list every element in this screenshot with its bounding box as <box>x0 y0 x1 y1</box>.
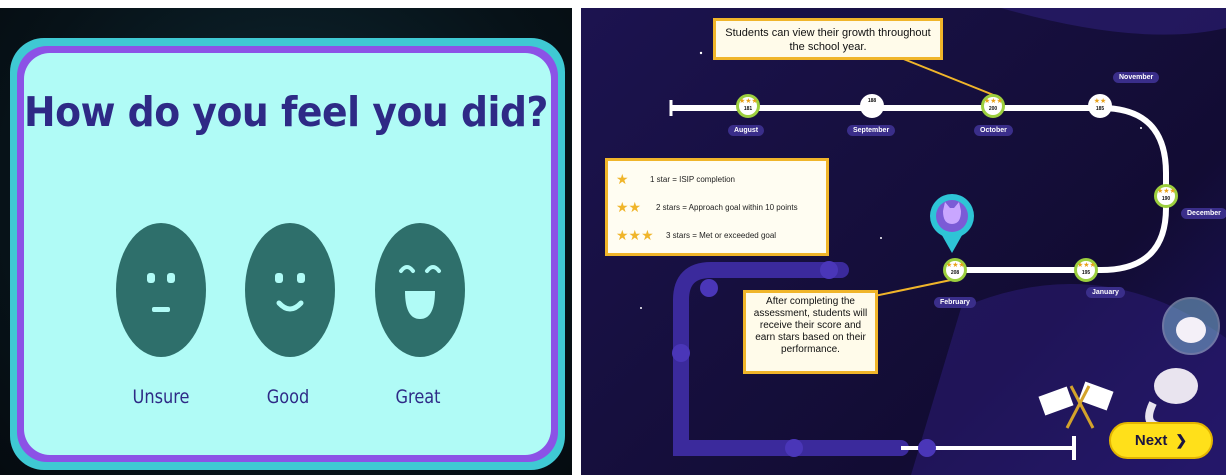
three-stars-icon: ★★★ <box>616 227 654 243</box>
feelings-panel: How do you feel you did? Unsure Good Gre… <box>0 8 572 475</box>
unsure-label: Unsure <box>132 386 190 408</box>
smile-face-icon <box>275 273 305 312</box>
milestone-february[interactable]: ★★★ 208 <box>943 258 967 282</box>
unsure-option[interactable] <box>116 223 206 357</box>
growth-callout: Students can view their growth throughou… <box>713 18 943 60</box>
milestone-october[interactable]: ★★★ 200 <box>981 94 1005 118</box>
month-label-september: September <box>847 125 896 136</box>
neutral-face-icon <box>147 273 175 312</box>
chevron-right-icon: ❯ <box>1175 432 1188 448</box>
score-callout: After completing the assessment, student… <box>743 290 878 374</box>
good-label: Good <box>266 386 310 408</box>
month-label-december: December <box>1181 208 1226 219</box>
month-label-october: October <box>974 125 1013 136</box>
milestone-august[interactable]: ★★★ 181 <box>736 94 760 118</box>
star-icon: ★ <box>616 171 629 187</box>
legend-text-2: 2 stars = Approach goal within 10 points <box>656 203 798 212</box>
next-label: Next <box>1134 432 1168 449</box>
milestone-december[interactable]: ★★★ 190 <box>1154 184 1178 208</box>
month-label-january: January <box>1086 287 1125 298</box>
legend-text-3: 3 stars = Met or exceeded goal <box>666 231 777 240</box>
milestone-november[interactable]: ★★ 185 <box>1088 94 1112 118</box>
legend-text-1: 1 star = ISIP completion <box>650 175 736 184</box>
great-option[interactable] <box>375 223 465 357</box>
good-option[interactable] <box>245 223 335 357</box>
two-stars-icon: ★★ <box>616 199 642 215</box>
great-label: Great <box>395 386 441 408</box>
question-title: How do you feel you did? <box>24 88 548 136</box>
legend-row-1: ★ 1 star = ISIP completion <box>616 171 735 188</box>
growth-timeline-panel: Students can view their growth throughou… <box>581 8 1226 475</box>
next-button[interactable]: Next ❯ <box>1109 422 1213 459</box>
month-label-august: August <box>728 125 765 136</box>
milestone-september[interactable]: 188 <box>860 94 884 118</box>
legend-row-3: ★★★ 3 stars = Met or exceeded goal <box>616 227 776 244</box>
month-label-february: February <box>934 297 976 308</box>
laughing-face-icon <box>399 265 441 319</box>
star-legend: ★ 1 star = ISIP completion ★★ 2 stars = … <box>605 158 829 256</box>
milestone-january[interactable]: ★★★ 195 <box>1074 258 1098 282</box>
legend-row-2: ★★ 2 stars = Approach goal within 10 poi… <box>616 199 798 216</box>
month-label-november: November <box>1113 72 1160 83</box>
